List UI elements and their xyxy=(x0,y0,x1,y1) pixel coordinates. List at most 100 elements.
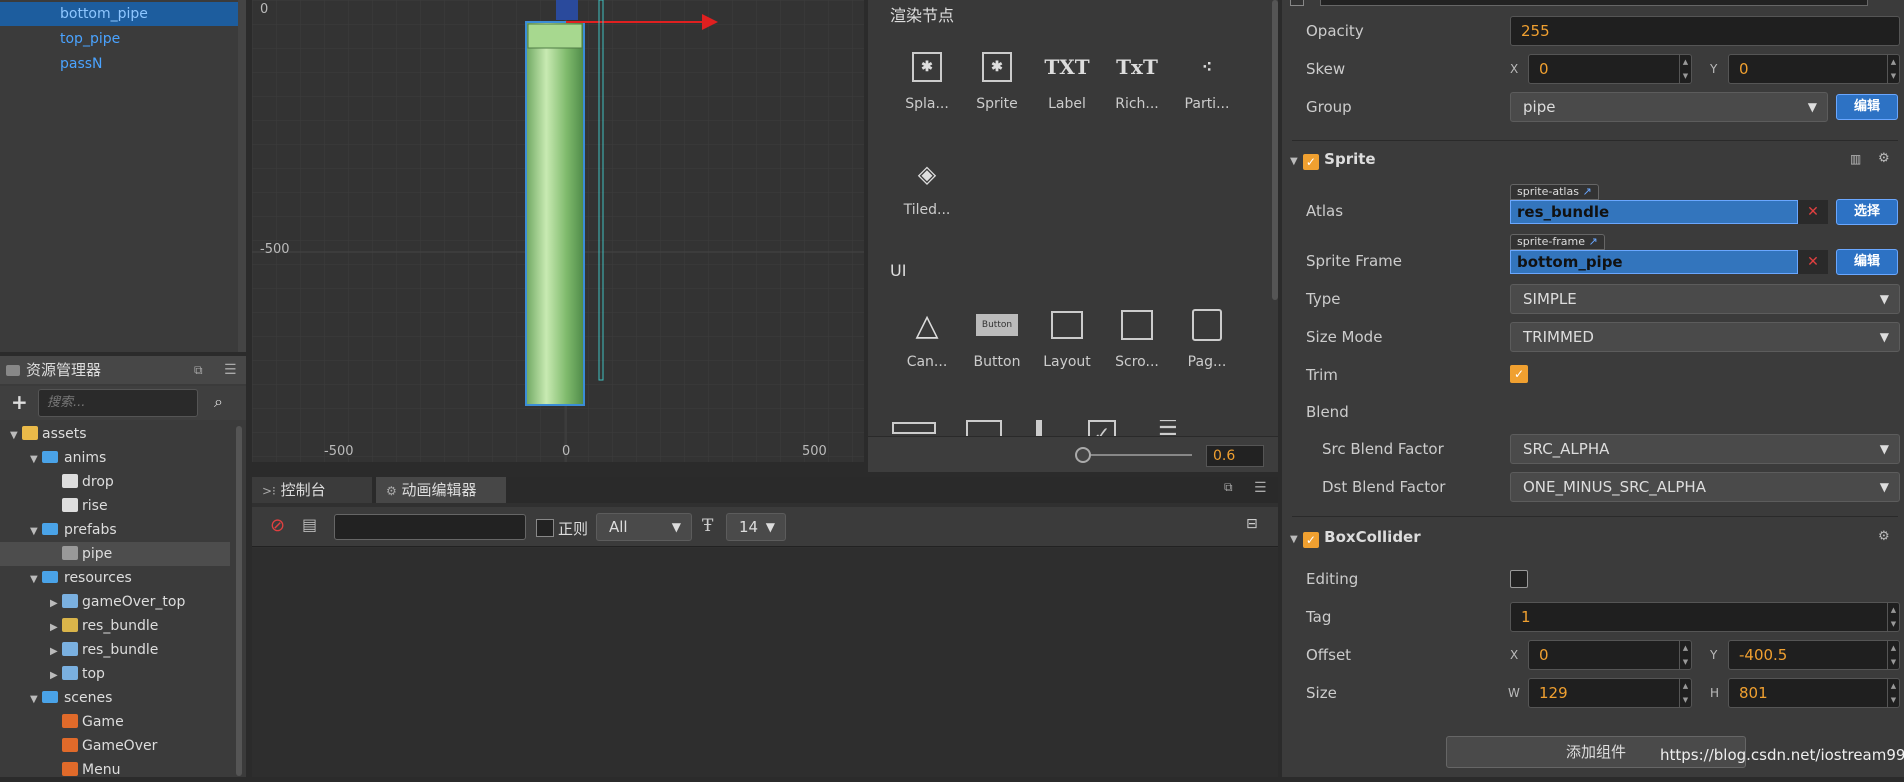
stepper-icon[interactable]: ▲ ▼ xyxy=(1679,55,1691,83)
chevron-down-icon[interactable]: ▼ xyxy=(30,568,42,592)
asset-scrollbar[interactable] xyxy=(236,426,242,776)
library-item-scrollview[interactable]: Scro... xyxy=(1102,302,1172,370)
dst-blend-select[interactable]: ONE_MINUS_SRC_ALPHA ▼ xyxy=(1510,472,1900,502)
asset-tree-item[interactable]: ▶ res_bundle xyxy=(0,638,230,662)
group-edit-button[interactable]: 编辑 xyxy=(1836,94,1898,120)
library-item-sprite[interactable]: ✱ Sprite xyxy=(962,44,1032,112)
tag-input[interactable]: 1 ▲ ▼ xyxy=(1510,602,1900,632)
library-item-richtext[interactable]: TxT Rich... xyxy=(1102,44,1172,112)
external-link-icon[interactable]: ↗ xyxy=(1582,185,1591,198)
asset-tree-item[interactable]: ▶ gameOver_top xyxy=(0,590,230,614)
collapse-arrow-icon[interactable]: ▼ xyxy=(1290,156,1298,167)
hierarchy-item-passn[interactable]: passN xyxy=(0,52,246,76)
zoom-slider-handle[interactable] xyxy=(1075,447,1091,463)
search-icon[interactable]: ⌕ xyxy=(214,392,223,412)
stepper-icon[interactable]: ▲ ▼ xyxy=(1887,55,1899,83)
zoom-input[interactable]: 0.6 xyxy=(1206,445,1264,467)
add-icon[interactable]: + xyxy=(11,390,28,414)
asset-tree-item[interactable]: ▼ anims xyxy=(0,446,230,470)
trim-checkbox[interactable]: ✓ xyxy=(1510,365,1528,383)
atlas-asset-field[interactable]: res_bundle xyxy=(1510,200,1798,224)
asset-tree-item[interactable]: ▼ assets xyxy=(0,422,230,446)
chevron-down-icon[interactable]: ▼ xyxy=(30,448,42,472)
stepper-icon[interactable]: ▲ ▼ xyxy=(1679,679,1691,707)
clear-frame-icon[interactable]: ✕ xyxy=(1798,250,1828,274)
asset-tree-item[interactable]: ▶ top xyxy=(0,662,230,686)
chevron-down-icon[interactable]: ▼ xyxy=(30,688,42,712)
chevron-down-icon[interactable]: ▼ xyxy=(30,520,42,544)
asset-tree-item[interactable]: pipe xyxy=(0,542,230,566)
chevron-down-icon[interactable]: ▼ xyxy=(10,424,22,448)
boxcollider-enabled-checkbox[interactable]: ✓ xyxy=(1302,532,1319,548)
sprite-enabled-checkbox[interactable]: ✓ xyxy=(1302,154,1319,170)
asset-tree-item[interactable]: drop xyxy=(0,470,230,494)
clear-icon[interactable]: ⊘ xyxy=(270,515,285,536)
asset-tree-item[interactable]: GameOver xyxy=(0,734,230,758)
progressbar-icon[interactable] xyxy=(892,422,936,434)
chevron-right-icon[interactable]: ▶ xyxy=(50,664,62,688)
popout-icon[interactable]: ⧉ xyxy=(1224,480,1233,495)
library-item-pageview[interactable]: Pag... xyxy=(1172,302,1242,370)
log-file-icon[interactable]: ▤ xyxy=(302,515,317,534)
stepper-icon[interactable]: ▲ ▼ xyxy=(1887,679,1899,707)
scene-view[interactable]: 0 -500 -500 0 500 xyxy=(252,0,864,472)
collapse-icon[interactable]: ⊟ xyxy=(1246,516,1258,532)
asset-tree-item[interactable]: ▶ res_bundle xyxy=(0,614,230,638)
console-filter-input[interactable] xyxy=(334,514,526,540)
stepper-icon[interactable]: ▲ ▼ xyxy=(1887,641,1899,669)
hierarchy-item-bottom-pipe[interactable]: bottom_pipe xyxy=(0,2,246,26)
clear-atlas-icon[interactable]: ✕ xyxy=(1798,200,1828,224)
library-item-label[interactable]: TXT Label xyxy=(1032,44,1102,112)
chevron-right-icon[interactable]: ▶ xyxy=(50,592,62,616)
library-item-button[interactable]: Button Button xyxy=(962,302,1032,370)
size-h-input[interactable]: 801 ▲ ▼ xyxy=(1728,678,1900,708)
sprite-section-header[interactable]: ▼ ✓ Sprite ▥ ⚙ xyxy=(1282,144,1904,174)
boxcollider-section-header[interactable]: ▼ ✓ BoxCollider ⚙ xyxy=(1282,522,1904,552)
help-book-icon[interactable]: ▥ xyxy=(1850,144,1861,174)
group-select[interactable]: pipe ▼ xyxy=(1510,92,1828,122)
library-item-particle[interactable]: ⁖ Parti... xyxy=(1172,44,1242,113)
skew-y-input[interactable]: 0 ▲ ▼ xyxy=(1728,54,1900,84)
atlas-select-button[interactable]: 选择 xyxy=(1836,199,1898,225)
gear-icon[interactable]: ⚙ xyxy=(1878,144,1890,174)
asset-tree-item[interactable]: ▼ resources xyxy=(0,566,230,590)
font-size-select[interactable]: 14 ▼ xyxy=(726,513,786,541)
hierarchy-item-top-pipe[interactable]: top_pipe xyxy=(0,27,246,51)
hierarchy-scrollbar[interactable] xyxy=(238,0,246,352)
tab-console[interactable]: >⁝ 控制台 xyxy=(252,477,372,503)
opacity-input[interactable]: 255 xyxy=(1510,16,1900,46)
asset-tree-item[interactable]: Game xyxy=(0,710,230,734)
move-gizmo-y[interactable] xyxy=(556,0,578,20)
size-w-input[interactable]: 129 ▲ ▼ xyxy=(1528,678,1692,708)
gear-icon[interactable]: ⚙ xyxy=(1878,522,1890,552)
node-name-field[interactable] xyxy=(1320,0,1868,6)
library-item-splash[interactable]: ✱ Spla... xyxy=(892,44,962,112)
popout-icon[interactable]: ⧉ xyxy=(194,356,203,384)
asset-tree-item[interactable]: Menu xyxy=(0,758,230,782)
src-blend-select[interactable]: SRC_ALPHA ▼ xyxy=(1510,434,1900,464)
log-level-select[interactable]: All ▼ xyxy=(596,513,692,541)
chevron-right-icon[interactable]: ▶ xyxy=(50,616,62,640)
chevron-right-icon[interactable]: ▶ xyxy=(50,640,62,664)
library-item-tiledmap[interactable]: ◈ Tiled... xyxy=(892,150,962,219)
inspector-scrollbar[interactable] xyxy=(1272,0,1278,300)
tab-animation-editor[interactable]: ⚙ 动画编辑器 xyxy=(376,477,506,503)
external-link-icon[interactable]: ↗ xyxy=(1588,235,1597,248)
asset-tree-item[interactable]: ▼ prefabs xyxy=(0,518,230,542)
zoom-slider[interactable] xyxy=(1082,454,1192,456)
sprite-frame-asset-field[interactable]: bottom_pipe xyxy=(1510,250,1798,274)
asset-tree-item[interactable]: ▼ scenes xyxy=(0,686,230,710)
library-item-layout[interactable]: Layout xyxy=(1032,302,1102,370)
pipe-sprite[interactable] xyxy=(526,22,584,405)
stepper-icon[interactable]: ▲ ▼ xyxy=(1887,603,1899,631)
collapse-arrow-icon[interactable]: ▼ xyxy=(1290,534,1298,545)
menu-icon[interactable]: ☰ xyxy=(224,356,237,384)
regex-checkbox[interactable] xyxy=(536,519,554,537)
size-mode-select[interactable]: TRIMMED ▼ xyxy=(1510,322,1900,352)
skew-x-input[interactable]: 0 ▲ ▼ xyxy=(1528,54,1692,84)
editing-checkbox[interactable] xyxy=(1510,570,1528,588)
asset-tree-item[interactable]: rise xyxy=(0,494,230,518)
type-select[interactable]: SIMPLE ▼ xyxy=(1510,284,1900,314)
menu-icon[interactable]: ☰ xyxy=(1254,480,1267,496)
offset-x-input[interactable]: 0 ▲ ▼ xyxy=(1528,640,1692,670)
